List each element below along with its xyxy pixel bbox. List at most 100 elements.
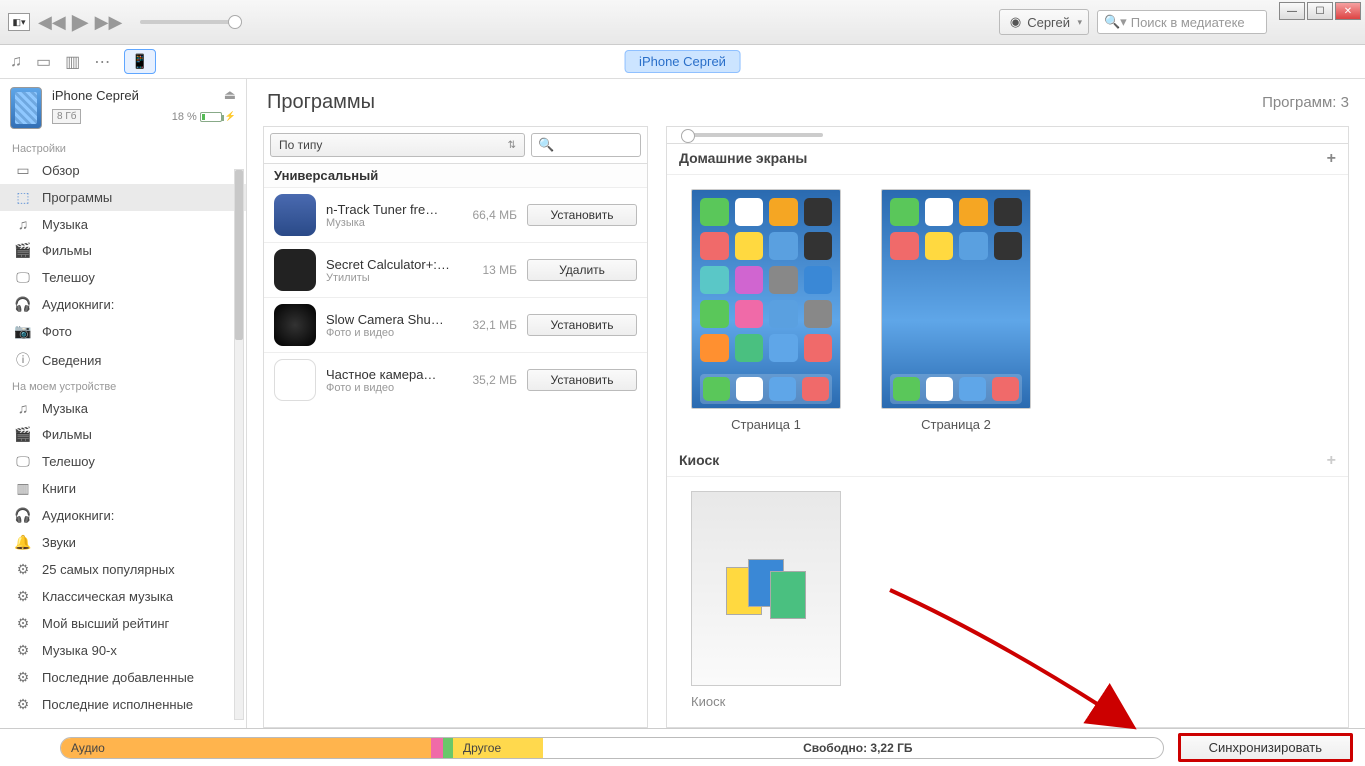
close-button[interactable]: ✕ — [1335, 2, 1361, 20]
music-icon: ♫ — [14, 400, 32, 416]
home-screens-panel: Домашние экраны + Страница 1 — [666, 126, 1349, 728]
movies-icon: 🎬 — [14, 242, 32, 259]
app-row[interactable]: Slow Camera Shu…Фото и видео 32,1 МБ Уст… — [264, 297, 647, 352]
more-tab-icon[interactable]: ⋯ — [94, 52, 110, 72]
sidebar-playlist-recent-played[interactable]: ⚙Последние исполненные — [0, 691, 246, 718]
media-type-nav: ♫ ▭ ▥ ⋯ 📱 iPhone Сергей — [0, 45, 1365, 79]
storage-usage-bar: Аудио Другое Свободно: 3,22 ГБ — [60, 737, 1164, 759]
apps-icon: ⬚ — [14, 189, 32, 206]
sidebar-playlist-top25[interactable]: ⚙25 самых популярных — [0, 556, 246, 583]
apps-search[interactable]: 🔍 — [531, 133, 641, 157]
search-placeholder: Поиск в медиатеке — [1131, 15, 1245, 30]
sidebar-scrollbar[interactable] — [234, 169, 244, 720]
install-button[interactable]: Установить — [527, 204, 637, 226]
apps-panel: По типу 🔍 Универсальный n-Track Tuner fr… — [263, 126, 648, 728]
top-toolbar: ◧▾ ◀◀ ▶ ▶▶ ◉ Сергей 🔍▾ Поиск в медиатеке… — [0, 0, 1365, 45]
device-tab-button[interactable]: 📱 — [124, 49, 155, 74]
search-icon: 🔍 — [538, 137, 554, 153]
sidebar-item-photos[interactable]: 📷Фото — [0, 318, 246, 345]
sidebar-item-audiobooks[interactable]: 🎧Аудиокниги: — [0, 291, 246, 318]
window-controls: — ☐ ✕ — [1279, 2, 1361, 20]
maximize-button[interactable]: ☐ — [1307, 2, 1333, 20]
sidebar-playlist-90s[interactable]: ⚙Музыка 90-х — [0, 637, 246, 664]
overview-icon: ▭ — [14, 162, 32, 179]
usage-segment — [443, 738, 453, 758]
usage-free: Свободно: 3,22 ГБ — [543, 738, 1163, 758]
kiosk-folder[interactable]: Киоск — [691, 491, 841, 709]
prev-icon[interactable]: ◀◀ — [38, 12, 66, 33]
account-button[interactable]: ◉ Сергей — [999, 9, 1089, 35]
zoom-slider[interactable] — [683, 133, 823, 137]
sync-button[interactable]: Синхронизировать — [1178, 733, 1353, 762]
device-header: iPhone Сергей ⏏ 8 Гб 18 % ⚡ — [0, 79, 246, 137]
app-icon — [274, 249, 316, 291]
remove-button[interactable]: Удалить — [527, 259, 637, 281]
home-screen-page[interactable]: Страница 1 — [691, 189, 841, 432]
sidebar-item-apps[interactable]: ⬚Программы — [0, 184, 246, 211]
gear-icon: ⚙ — [14, 642, 32, 659]
page-title: Программы — [267, 91, 375, 114]
app-row[interactable]: Secret Calculator+:…Утилиты 13 МБ Удалит… — [264, 242, 647, 297]
music-icon: ♫ — [14, 216, 32, 232]
movies-tab-icon[interactable]: ▭ — [36, 52, 51, 72]
charging-icon: ⚡ — [225, 111, 236, 122]
sidebar-item-tvshows[interactable]: 🖵Телешоу — [0, 264, 246, 291]
sidebar-ondevice-music[interactable]: ♫Музыка — [0, 395, 246, 421]
install-button[interactable]: Установить — [527, 369, 637, 391]
gear-icon: ⚙ — [14, 561, 32, 578]
sidebar: iPhone Сергей ⏏ 8 Гб 18 % ⚡ Настройки ▭О… — [0, 79, 247, 728]
sidebar-ondevice-books[interactable]: ▥Книги — [0, 475, 246, 502]
kiosk-label: Киоск — [679, 452, 719, 470]
add-kiosk-button[interactable]: + — [1327, 452, 1336, 470]
app-icon — [274, 359, 316, 401]
sidebar-item-music[interactable]: ♫Музыка — [0, 211, 246, 237]
books-tab-icon[interactable]: ▥ — [65, 52, 80, 72]
sidebar-playlist-recent-added[interactable]: ⚙Последние добавленные — [0, 664, 246, 691]
panel-toggle[interactable]: ◧▾ — [8, 13, 30, 31]
music-tab-icon[interactable]: ♫ — [10, 53, 22, 71]
tv-icon: 🖵 — [14, 269, 32, 286]
app-icon — [274, 304, 316, 346]
sidebar-playlist-toprated[interactable]: ⚙Мой высший рейтинг — [0, 610, 246, 637]
sidebar-ondevice-tv[interactable]: 🖵Телешоу — [0, 448, 246, 475]
app-row[interactable]: n-Track Tuner fre…Музыка 66,4 МБ Установ… — [264, 187, 647, 242]
sidebar-item-overview[interactable]: ▭Обзор — [0, 157, 246, 184]
gear-icon: ⚙ — [14, 669, 32, 686]
usage-segment — [431, 738, 443, 758]
next-icon[interactable]: ▶▶ — [95, 12, 123, 33]
battery-icon — [200, 112, 222, 122]
add-page-button[interactable]: + — [1327, 150, 1336, 168]
app-count: Программ: 3 — [1262, 94, 1349, 111]
install-button[interactable]: Установить — [527, 314, 637, 336]
eject-icon[interactable]: ⏏ — [224, 87, 236, 103]
user-icon: ◉ — [1010, 14, 1021, 30]
apps-list: Универсальный n-Track Tuner fre…Музыка 6… — [264, 164, 647, 727]
tv-icon: 🖵 — [14, 453, 32, 470]
audiobook-icon: 🎧 — [14, 507, 32, 524]
volume-slider[interactable] — [140, 20, 240, 24]
books-icon: ▥ — [14, 480, 32, 497]
search-icon: 🔍▾ — [1104, 14, 1127, 30]
photo-icon: 📷 — [14, 323, 32, 340]
user-label: Сергей — [1027, 15, 1070, 30]
sort-select[interactable]: По типу — [270, 133, 525, 157]
home-screen-page[interactable]: Страница 2 — [881, 189, 1031, 432]
bell-icon: 🔔 — [14, 534, 32, 551]
device-pill[interactable]: iPhone Сергей — [624, 50, 741, 73]
sidebar-ondevice-movies[interactable]: 🎬Фильмы — [0, 421, 246, 448]
sidebar-ondevice-sounds[interactable]: 🔔Звуки — [0, 529, 246, 556]
sidebar-item-info[interactable]: ⓘСведения — [0, 345, 246, 375]
movies-icon: 🎬 — [14, 426, 32, 443]
play-icon[interactable]: ▶ — [72, 9, 89, 35]
sidebar-playlist-classical[interactable]: ⚙Классическая музыка — [0, 583, 246, 610]
sidebar-section-ondevice: На моем устройстве — [0, 375, 246, 395]
app-group-label: Универсальный — [264, 164, 647, 187]
audiobook-icon: 🎧 — [14, 296, 32, 313]
sidebar-ondevice-audiobooks[interactable]: 🎧Аудиокниги: — [0, 502, 246, 529]
library-search[interactable]: 🔍▾ Поиск в медиатеке — [1097, 10, 1267, 34]
app-row[interactable]: Частное камера…Фото и видео 35,2 МБ Уста… — [264, 352, 647, 407]
battery-percent: 18 % — [172, 111, 197, 123]
gear-icon: ⚙ — [14, 588, 32, 605]
sidebar-item-movies[interactable]: 🎬Фильмы — [0, 237, 246, 264]
minimize-button[interactable]: — — [1279, 2, 1305, 20]
